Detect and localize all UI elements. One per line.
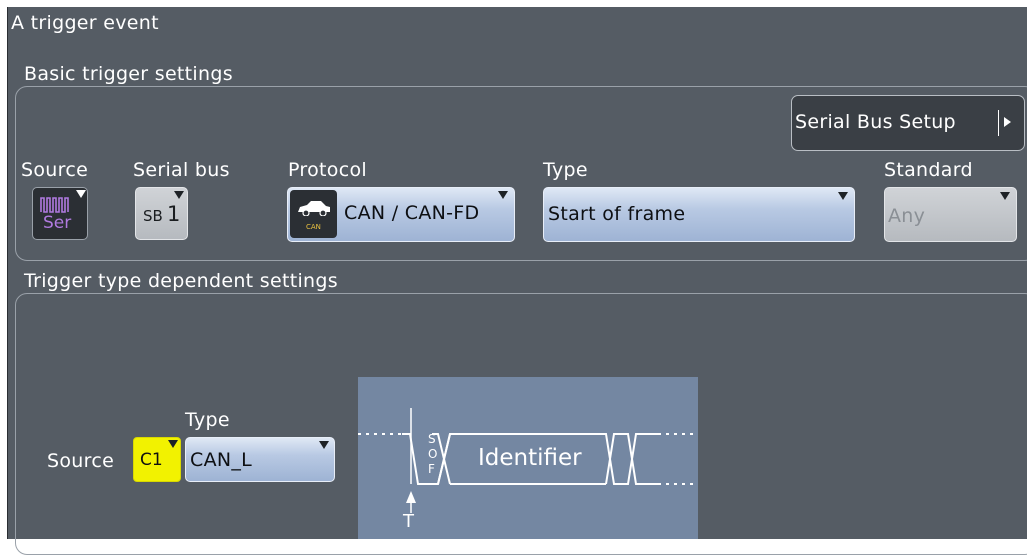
type-label: Type bbox=[543, 159, 588, 181]
dependent-type-label: Type bbox=[185, 409, 230, 431]
source-label: Source bbox=[21, 159, 89, 181]
trigger-dialog: A trigger event Basic trigger settings S… bbox=[7, 7, 1027, 555]
serial-signal-icon bbox=[40, 197, 69, 213]
trigger-marker-label: T bbox=[403, 511, 414, 532]
trigger-type-dropdown-arrow-icon bbox=[838, 192, 848, 200]
dependent-settings-heading: Trigger type dependent settings bbox=[24, 270, 338, 292]
can-icon-caption: CAN bbox=[306, 223, 321, 231]
trigger-type-value: Start of frame bbox=[548, 203, 686, 225]
dependent-source-label: Source bbox=[47, 450, 115, 472]
source-dropdown-arrow-icon bbox=[76, 190, 86, 198]
button-divider bbox=[998, 110, 999, 136]
sof-letter-f: F bbox=[428, 462, 435, 476]
serial-bus-label: Serial bus bbox=[133, 159, 230, 181]
serial-bus-setup-button[interactable]: Serial Bus Setup bbox=[791, 95, 1025, 151]
dialog-title: A trigger event bbox=[11, 12, 159, 34]
protocol-value: CAN / CAN-FD bbox=[344, 202, 480, 224]
protocol-label: Protocol bbox=[288, 159, 367, 181]
channel-value: C1 bbox=[140, 450, 163, 470]
standard-label: Standard bbox=[884, 159, 973, 181]
source-selector[interactable]: Ser bbox=[32, 187, 88, 240]
standard-dropdown-arrow-icon bbox=[1000, 192, 1010, 200]
arrow-right-icon bbox=[1004, 117, 1011, 127]
sof-letter-s: S bbox=[428, 432, 436, 446]
sof-letter-o: O bbox=[428, 447, 438, 461]
signal-type-selector[interactable]: CAN_L bbox=[185, 437, 335, 482]
serial-bus-selector[interactable]: SB 1 bbox=[135, 187, 188, 240]
car-icon: CAN bbox=[290, 190, 337, 238]
can-frame-diagram: S O F Identifier T bbox=[358, 377, 698, 539]
identifier-field-label: Identifier bbox=[478, 445, 582, 471]
channel-selector[interactable]: C1 bbox=[133, 437, 181, 482]
serial-bus-setup-label: Serial Bus Setup bbox=[795, 111, 956, 133]
source-icon-text: Ser bbox=[43, 213, 72, 233]
basic-settings-heading: Basic trigger settings bbox=[24, 63, 233, 85]
protocol-selector[interactable]: CAN CAN / CAN-FD bbox=[287, 187, 515, 242]
signal-type-dropdown-arrow-icon bbox=[319, 441, 329, 449]
standard-selector[interactable]: Any bbox=[884, 187, 1017, 242]
serial-bus-number: 1 bbox=[167, 202, 181, 226]
standard-value: Any bbox=[888, 205, 926, 227]
serial-bus-prefix: SB bbox=[143, 207, 163, 225]
protocol-dropdown-arrow-icon bbox=[498, 191, 508, 199]
channel-dropdown-arrow-icon bbox=[168, 440, 178, 448]
serial-bus-dropdown-arrow-icon bbox=[174, 191, 184, 199]
trigger-type-selector[interactable]: Start of frame bbox=[543, 187, 855, 242]
signal-type-value: CAN_L bbox=[190, 449, 253, 471]
